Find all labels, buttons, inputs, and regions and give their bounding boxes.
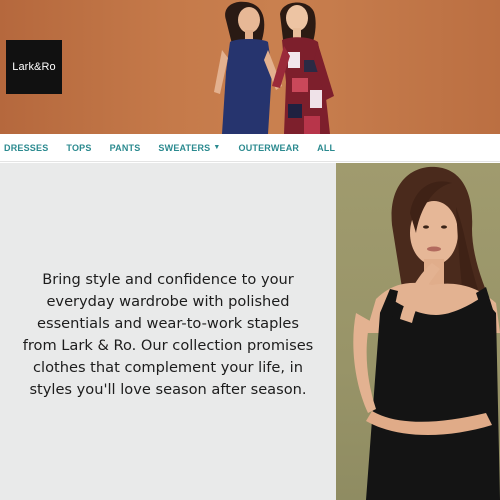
nav-item-label: SWEATERS	[158, 142, 211, 153]
category-nav: DRESSES TOPS PANTS SWEATERS ▼ OUTERWEAR …	[0, 134, 500, 162]
model-patterned-dress	[272, 2, 334, 134]
nav-item-outerwear[interactable]: OUTERWEAR	[239, 143, 300, 153]
nav-item-label: TOPS	[66, 142, 92, 153]
model-navy-dress	[214, 1, 282, 134]
nav-item-label: PANTS	[109, 142, 141, 153]
model-black-dress-image	[353, 166, 500, 500]
nav-item-label: ALL	[317, 142, 336, 153]
caret-down-icon: ▼	[213, 144, 221, 151]
model-photo-panel	[336, 163, 500, 500]
brand-description-panel: Bring style and confidence to your every…	[0, 163, 336, 500]
nav-item-label: OUTERWEAR	[238, 142, 300, 153]
hero-models-image	[214, 1, 334, 134]
brand-logo-text: Lark&Ro	[12, 61, 56, 73]
nav-item-sweaters[interactable]: SWEATERS ▼	[158, 143, 220, 153]
brand-logo[interactable]: Lark&Ro	[6, 40, 62, 94]
nav-item-dresses[interactable]: DRESSES	[4, 143, 48, 153]
hero-banner: Lark&Ro	[0, 0, 500, 134]
nav-item-pants[interactable]: PANTS	[110, 143, 141, 153]
brand-description-text: Bring style and confidence to your every…	[22, 270, 314, 398]
nav-item-tops[interactable]: TOPS	[66, 143, 91, 153]
nav-item-label: DRESSES	[4, 142, 49, 153]
nav-item-all[interactable]: ALL	[317, 143, 335, 153]
